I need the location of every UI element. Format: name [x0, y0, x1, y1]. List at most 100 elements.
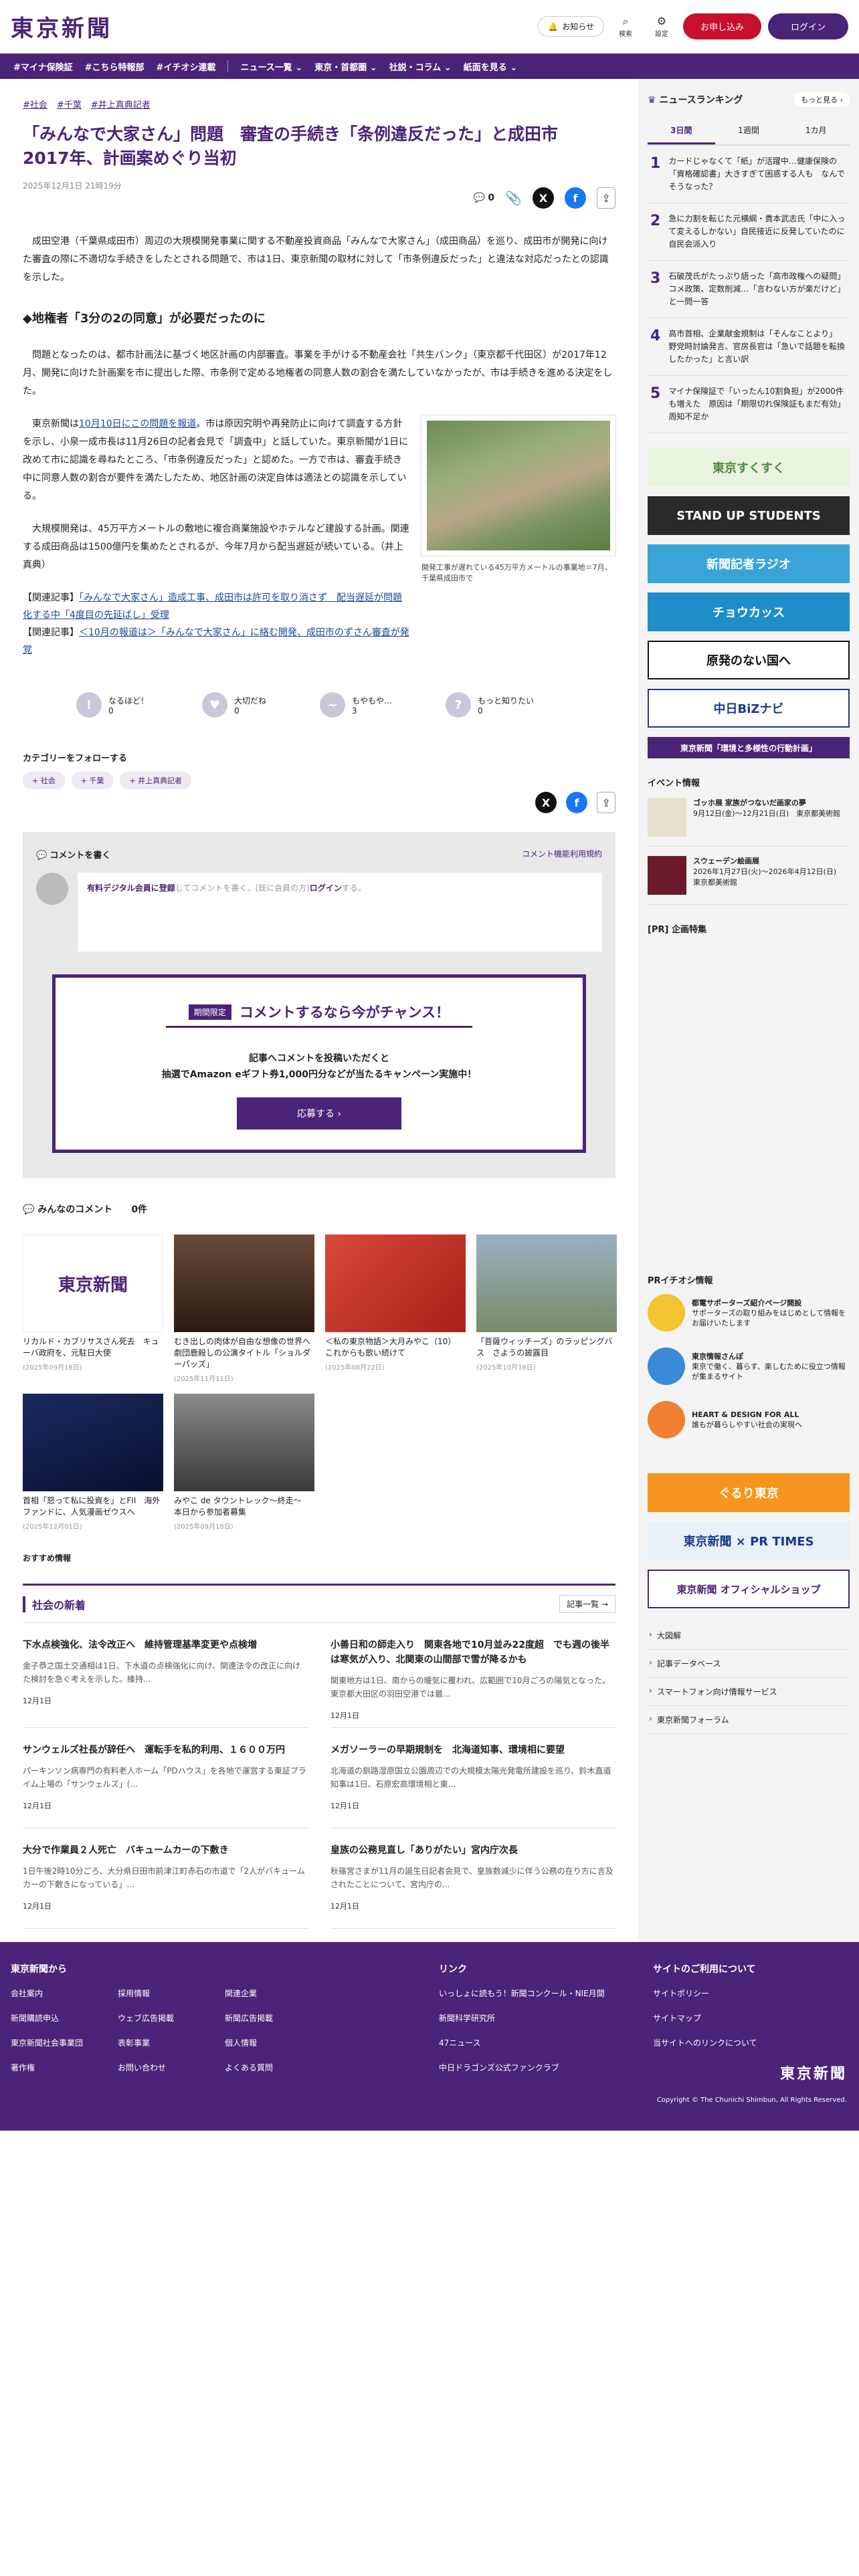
article-photo[interactable]: [421, 415, 615, 556]
ranking-item[interactable]: 3 石破茂氏がたっぷり語った「高市政権への疑問」コメ政策、定数削減…「言わない方が…: [648, 261, 850, 318]
share-icon[interactable]: ⇪: [597, 187, 615, 209]
x-share-icon[interactable]: X: [533, 187, 554, 209]
recommend-card[interactable]: 「菩薩ウィッチーズ」のラッピングバス さようの披露目 (2025年10月18日): [476, 1235, 617, 1383]
footer-link[interactable]: 関連企業: [225, 1988, 332, 1999]
footer-link[interactable]: 採用情報: [118, 1988, 225, 1999]
event-item[interactable]: ゴッホ展 家族がつないだ画家の夢 9月12日(金)〜12月21日(日) 東京都美術…: [648, 788, 850, 847]
pr-item[interactable]: HEART & DESIGN FOR ALL 誰もが暮らしやすい社会の実現へ: [648, 1393, 850, 1446]
nav-item-editorial[interactable]: 社説・コラム ⌄: [389, 60, 452, 73]
banner-prtimes[interactable]: 東京新聞 × PR TIMES: [648, 1521, 850, 1560]
tab-3days[interactable]: 3日間: [648, 118, 715, 144]
recommend-card[interactable]: 首相「怒って私に投資を」とFII 海外ファンドに、人気漫画ゼウスへ (2025年1…: [23, 1394, 163, 1531]
footer-link[interactable]: 47ニュース: [439, 2037, 653, 2048]
footer-link[interactable]: サイトマップ: [653, 2012, 847, 2024]
related-link[interactable]: ＜10月の報道は＞「みんなで大家さん」に絡む開発、成田市のずさん審査が発覚: [23, 627, 409, 655]
nav-item-tokyo[interactable]: 東京・首都圏 ⌄: [314, 60, 377, 73]
side-link[interactable]: 東京新聞フォーラム: [648, 1706, 850, 1734]
tag-shakai[interactable]: #社会: [23, 98, 47, 110]
search-button[interactable]: ⌕ 検索: [611, 15, 640, 38]
footer-link[interactable]: 個人情報: [225, 2037, 332, 2048]
footer-link[interactable]: 新聞購読申込: [11, 2012, 118, 2024]
apply-button[interactable]: 応募する ›: [236, 1097, 402, 1130]
recommend-card[interactable]: むき出しの肉体が自由な想像の世界へ 劇団鹿殺しの公演タイトル「ショルダーパッズ」…: [174, 1235, 318, 1383]
nav-item-news[interactable]: ニュース一覧 ⌄: [240, 60, 302, 73]
news-item[interactable]: サンウェルズ社長が辞任へ 運転手を私的利用、１６００万円 パーキンソン病専門の有料…: [23, 1728, 308, 1828]
follow-chip-reporter[interactable]: + 井上真典記者: [120, 772, 192, 789]
footer-link[interactable]: 中日ドラゴンズ公式ファンクラブ: [439, 2062, 653, 2073]
ranking-more-link[interactable]: もっと見る ›: [794, 92, 850, 107]
footer-link[interactable]: 表彰事業: [118, 2037, 225, 2048]
reaction-taisetsu[interactable]: ♥ 大切だね 0: [202, 692, 266, 718]
reaction-moyamoya[interactable]: ~ もやもや… 3: [320, 692, 392, 718]
recommend-card[interactable]: 東京新聞 リカルド・カブリサスさん死去 キューバ政府を、元駐日大使 (2025年09…: [23, 1235, 163, 1383]
comment-login-link[interactable]: ログイン: [310, 883, 342, 893]
footer-link[interactable]: よくある質問: [225, 2062, 332, 2073]
news-item[interactable]: 皇族の公務見直し「ありがたい」宮内庁次長 秋篠宮さまが11月の誕生日記者会見で、皇…: [330, 1828, 615, 1929]
tag-chiba[interactable]: #千葉: [57, 98, 82, 110]
tag-reporter[interactable]: #井上真典記者: [91, 98, 151, 110]
banner-gururi[interactable]: ぐるり東京: [648, 1473, 850, 1512]
ranking-item[interactable]: 1 カードじゃなくて「紙」が活躍中…健康保険の「資格確認書」大きすぎて困惑する人も…: [648, 146, 850, 203]
login-button[interactable]: ログイン: [767, 13, 848, 39]
side-link[interactable]: 記事データベース: [648, 1650, 850, 1678]
footer-link[interactable]: 著作権: [11, 2062, 118, 2073]
more-articles-button[interactable]: 記事一覧 →: [559, 1595, 615, 1613]
pr-item[interactable]: 都電サポーターズ紹介ページ開設 サポーターズの取り組みをはじめとして情報をお届けい…: [648, 1286, 850, 1339]
recommend-card[interactable]: ＜私の東京物語＞大月みやこ（10） これからも歌い続けて (2025年08月22日…: [325, 1235, 466, 1383]
clip-icon[interactable]: 📎: [505, 190, 522, 206]
banner-action-plan[interactable]: 東京新聞「環境と多様性の行動計画」: [648, 737, 850, 758]
footer-link[interactable]: ウェブ広告掲載: [118, 2012, 225, 2024]
footer-link[interactable]: いっしょに読もう！新聞コンクール・NIE月間: [439, 1988, 653, 1999]
banner-shop[interactable]: 東京新聞 オフィシャルショップ: [648, 1570, 850, 1608]
tab-1week[interactable]: 1週間: [715, 118, 783, 144]
inline-article-link[interactable]: 10月10日にこの問題を報道: [79, 419, 196, 429]
site-logo[interactable]: 東京新聞: [11, 10, 112, 43]
nav-item-mynumber[interactable]: #マイナ保険証: [13, 60, 73, 73]
ranking-item[interactable]: 4 高市首相、企業献金規制は「そんなことより」 野党時討論発言、官房長官は「急いで…: [648, 318, 850, 376]
banner-genpatsu[interactable]: 原発のない国へ: [648, 641, 850, 679]
footer-link[interactable]: サイトポリシー: [653, 1988, 847, 1999]
reaction-motto[interactable]: ? もっと知りたい 0: [446, 692, 534, 718]
footer-link[interactable]: 当サイトへのリンクについて: [653, 2037, 847, 2048]
footer-link[interactable]: お問い合わせ: [118, 2062, 225, 2073]
settings-button[interactable]: ⚙ 設定: [647, 15, 676, 38]
register-link[interactable]: 有料デジタル会員に登録: [87, 883, 175, 893]
pr-item[interactable]: 東京情報さんぽ 東京で働く、暮らす、楽しむために役立つ情報が集まるサイト: [648, 1339, 850, 1393]
comment-rules-link[interactable]: コメント機能利用規約: [522, 848, 602, 861]
comment-count[interactable]: 💬 0: [473, 193, 494, 203]
news-item[interactable]: 下水点検強化、法令改正へ 維持管理基準変更や点検増 金子恭之国土交通相は1日、下水…: [23, 1623, 308, 1728]
nav-item-ichioshi[interactable]: #イチオシ連載: [157, 60, 216, 73]
ranking-item[interactable]: 5 マイナ保険証で「いったん10割負担」が2000件も増えた 原因は「期限切れ保険…: [648, 376, 850, 433]
notice-button[interactable]: 🔔 お知らせ: [538, 16, 604, 37]
facebook-share-icon[interactable]: f: [565, 187, 586, 209]
recommend-card[interactable]: みやこ de タウントレック〜終走〜 本日から参加者募集 (2025年09月18日…: [174, 1394, 314, 1531]
facebook-share-icon[interactable]: f: [566, 792, 587, 813]
nav-item-paper[interactable]: 紙面を見る ⌄: [464, 60, 517, 73]
banner-sukusuku[interactable]: 東京すくすく: [648, 448, 850, 487]
banner-students[interactable]: STAND UP STUDENTS: [648, 496, 850, 535]
ranking-item[interactable]: 2 急に力割を転じた元横綱・貴本武志氏「中に入って変えるしかない」自民接近に反発し…: [648, 203, 850, 261]
footer-link[interactable]: 会社案内: [11, 1988, 118, 1999]
follow-chip-chiba[interactable]: + 千葉: [71, 772, 114, 789]
event-item[interactable]: スウェーデン絵画展 2026年1月27日(火)〜2026年4月12日(日) 東京都…: [648, 847, 850, 905]
footer-link[interactable]: 新聞科学研究所: [439, 2012, 653, 2024]
comment-input[interactable]: 有料デジタル会員に登録してコメントを書く。(既に会員の方)ログインする。: [78, 873, 602, 952]
nav-item-tokuho[interactable]: #こちら特報部: [85, 60, 145, 73]
side-link[interactable]: 大図解: [648, 1622, 850, 1650]
banner-chokatsu[interactable]: チョウカッス: [648, 593, 850, 631]
news-item[interactable]: 小善日和の師走入り 関東各地で10月並み22度超 でも週の後半は寒気が入り、北関…: [330, 1623, 615, 1728]
reaction-naruhodo[interactable]: ! なるほど！ 0: [76, 692, 149, 718]
banner-biznavi[interactable]: 中日BiZナビ: [648, 689, 850, 728]
related-link[interactable]: 「みんなで大家さん」造成工事、成田市は許可を取り消さず 配当遅延が問題化する中「…: [23, 593, 402, 621]
news-item[interactable]: メガソーラーの早期規制を 北海道知事、環境相に要望 北海道の釧路湿原国立公園周辺で…: [330, 1728, 615, 1828]
footer-link[interactable]: 東京新聞社会事業団: [11, 2037, 118, 2048]
share-icon[interactable]: ⇪: [597, 792, 615, 813]
footer-link[interactable]: 新聞広告掲載: [225, 2012, 332, 2024]
x-share-icon[interactable]: X: [535, 792, 557, 813]
tab-1month[interactable]: 1カ月: [782, 118, 850, 144]
follow-chip-shakai[interactable]: + 社会: [23, 772, 65, 789]
news-item[interactable]: 大分で作業員２人死亡 バキュームカーの下敷き 1日午後2時10分ごろ、大分県日田市…: [23, 1828, 308, 1929]
banner-radio[interactable]: 新聞記者ラジオ: [648, 544, 850, 583]
side-link[interactable]: スマートフォン向け情報サービス: [648, 1678, 850, 1706]
subscribe-button[interactable]: お申し込み: [682, 13, 761, 39]
